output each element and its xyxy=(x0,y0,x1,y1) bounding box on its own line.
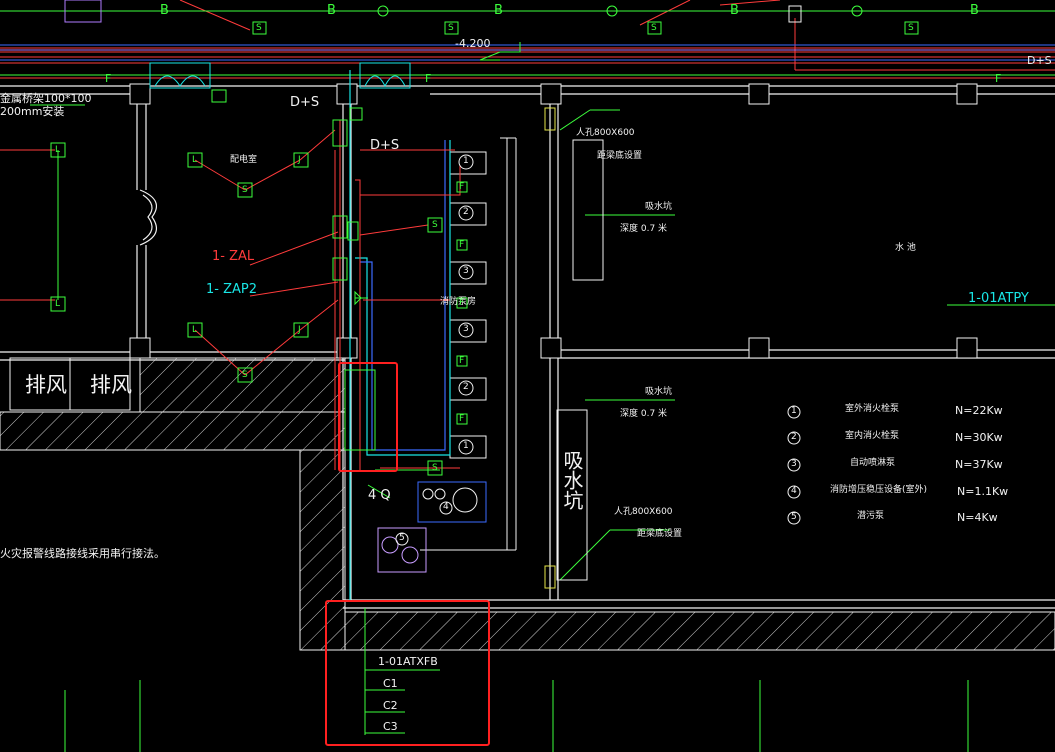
symbol-f-4: F xyxy=(459,356,465,366)
power-room-label: 配电室 xyxy=(230,155,258,165)
exhaust-label-2: 排风 xyxy=(90,373,132,397)
symbol-l-4: L xyxy=(192,325,198,335)
sump-1-depth: 深度 0.7 米 xyxy=(620,224,668,234)
pump-number-5: 2 xyxy=(463,382,469,392)
cad-drawing-canvas[interactable] xyxy=(0,0,1055,752)
symbol-s-3: S xyxy=(432,220,438,230)
symbol-f-2: F xyxy=(459,240,465,250)
elevation-label: -4.200 xyxy=(455,37,491,50)
symbol-l-2: L xyxy=(55,299,61,309)
pump-number-circles xyxy=(395,154,474,546)
zap2-label: 1- ZAP2 xyxy=(206,282,258,297)
top-s-symbol-4: S xyxy=(908,23,914,33)
symbol-s-2: S xyxy=(242,370,248,380)
sump-1-label: 吸水坑 xyxy=(645,202,673,212)
symbol-s-4: S xyxy=(432,463,438,473)
f-label-2: F xyxy=(425,72,432,85)
exhaust-label-1: 排风 xyxy=(25,373,67,397)
pump-number-4: 3 xyxy=(463,324,469,334)
hatched-walls xyxy=(0,357,1055,651)
manhole-2-label: 人孔800X600 xyxy=(614,507,673,517)
zal-label: 1- ZAL xyxy=(212,249,255,264)
legend-num-2: 2 xyxy=(791,432,797,442)
symbol-l-1: L xyxy=(55,145,61,155)
feeder-c3: C3 xyxy=(383,720,398,733)
legend-name-1: 室外消火栓泵 xyxy=(845,404,900,414)
tray-note-2: 200mm安装 xyxy=(0,105,65,118)
booster-equipment xyxy=(417,481,487,523)
walls xyxy=(0,85,1055,609)
legend-name-5: 潜污泵 xyxy=(857,511,885,521)
pump-number-2: 2 xyxy=(463,207,469,217)
legend-power-5: N=4Kw xyxy=(957,511,998,524)
manhole-2-note: 距梁底设置 xyxy=(637,529,683,539)
legend-power-2: N=30Kw xyxy=(955,431,1003,444)
legend-power-1: N=22Kw xyxy=(955,404,1003,417)
legend-num-1: 1 xyxy=(791,406,797,416)
b-label-5: B xyxy=(160,3,169,18)
b-label-2: B xyxy=(494,3,503,18)
f-label-3: F xyxy=(995,72,1002,85)
fire-alarm-note: 火灾报警线路接线采用串行接法。 xyxy=(0,547,165,560)
atxfb-label: 1-01ATXFB xyxy=(378,655,438,668)
top-s-symbol-2: S xyxy=(448,23,454,33)
sump-2-depth: 深度 0.7 米 xyxy=(620,409,668,419)
symbol-s-1: S xyxy=(242,185,248,195)
pump-room-label: 消防泵房 xyxy=(440,297,477,307)
symbol-f-5: F xyxy=(459,414,465,424)
booster-number: 4 xyxy=(443,502,449,512)
top-s-symbol-3: S xyxy=(651,23,657,33)
pump-number-3: 3 xyxy=(463,266,469,276)
legend-power-3: N=37Kw xyxy=(955,458,1003,471)
b-line xyxy=(0,5,1055,76)
legend-name-3: 自动喷淋泵 xyxy=(850,458,896,468)
ds-right-label: D+S xyxy=(1027,54,1052,67)
legend-num-4: 4 xyxy=(791,486,797,496)
pump-number-1: 1 xyxy=(463,156,469,166)
sewage-pump-number: 5 xyxy=(399,533,405,543)
legend-name-4: 消防增压稳压设备(室外) xyxy=(830,485,928,495)
ds-label-2: D+S xyxy=(370,138,400,153)
columns xyxy=(129,83,978,359)
atpy-label: 1-01ATPY xyxy=(968,291,1029,306)
symbol-f-1: F xyxy=(459,182,465,192)
pool-label: 水 池 xyxy=(895,243,916,253)
symbol-j-2: J xyxy=(298,325,301,335)
b-label-3: B xyxy=(730,3,739,18)
manhole-1-note: 距梁底设置 xyxy=(597,151,643,161)
manhole-1-label: 人孔800X600 xyxy=(576,128,635,138)
b-label-4: B xyxy=(970,3,979,18)
sump-2-label: 吸水坑 xyxy=(645,387,673,397)
legend-power-4: N=1.1Kw xyxy=(957,485,1009,498)
symbol-l-3: L xyxy=(192,155,198,165)
feeder-c2: C2 xyxy=(383,699,398,712)
b-label-1: B xyxy=(327,3,336,18)
symbol-f-3: F xyxy=(459,298,465,308)
tray-note-1: 金属桥架100*100 xyxy=(0,92,92,105)
legend-num-3: 3 xyxy=(791,459,797,469)
legend-name-2: 室内消火栓泵 xyxy=(845,431,900,441)
pump-number-6: 1 xyxy=(463,441,469,451)
zone-boxes xyxy=(556,139,604,581)
f-label-1: F xyxy=(105,72,112,85)
ds-label-1: D+S xyxy=(290,95,320,110)
top-red-lines xyxy=(0,0,1055,79)
feeder-c1: C1 xyxy=(383,677,398,690)
sump-vertical-label: 吸水坑 xyxy=(560,450,584,510)
legend-num-5: 5 xyxy=(791,512,797,522)
conduit-4q-label: 4 Q xyxy=(368,488,391,503)
top-s-symbol-1: S xyxy=(256,23,262,33)
symbol-j-1: J xyxy=(298,155,301,165)
